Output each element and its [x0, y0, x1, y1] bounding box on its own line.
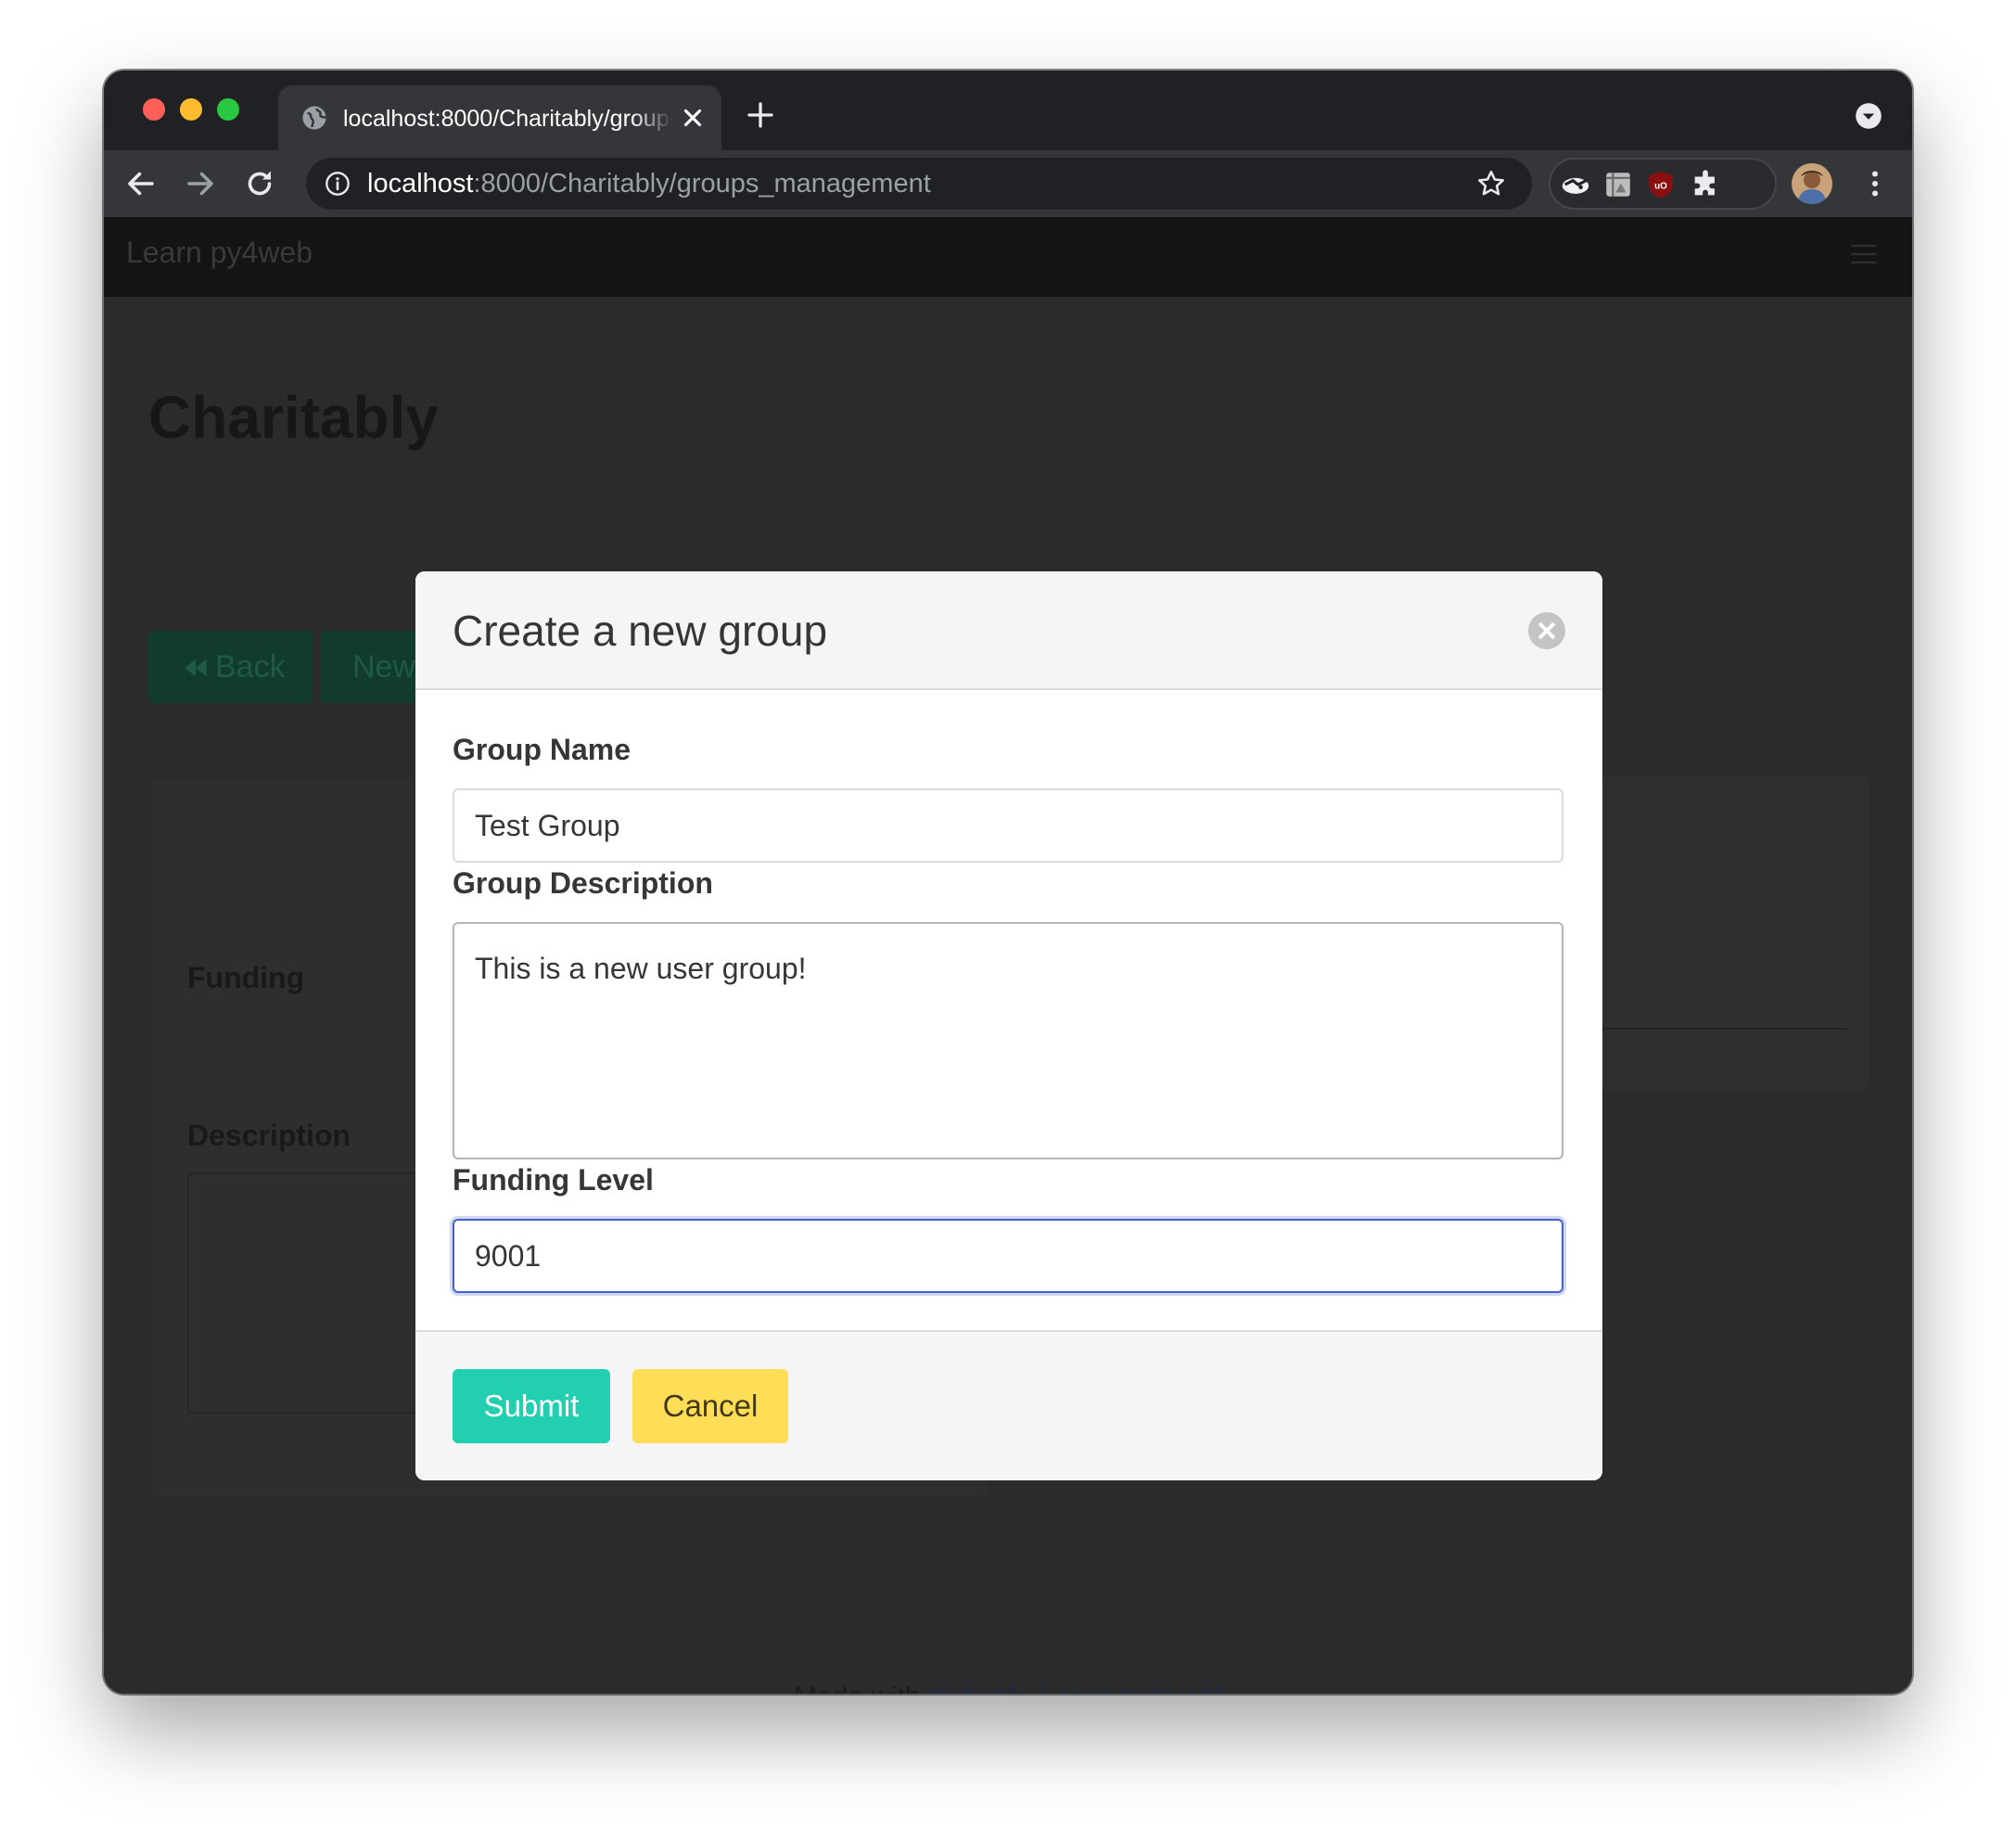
avatar-icon	[1792, 163, 1832, 204]
ublock-shield-icon[interactable]: uO	[1645, 169, 1677, 200]
tab-strip: localhost:8000/Charitably/groups_managem…	[104, 70, 1912, 150]
group-name-label: Group Name	[453, 733, 632, 766]
maximize-window-button[interactable]	[217, 98, 239, 121]
page-title: Charitably	[148, 384, 439, 451]
cancel-button[interactable]: Cancel	[632, 1369, 788, 1443]
tab-title: localhost:8000/Charitably/groups_managem…	[343, 106, 672, 132]
page-content: Learn py4web Charitably Back New Funding…	[104, 217, 1912, 1694]
url-text: localhost:8000/Charitably/groups_managem…	[367, 169, 931, 198]
funding-label: Funding	[187, 961, 305, 994]
group-name-input[interactable]	[453, 788, 1563, 863]
footer-separator: .	[1025, 1682, 1040, 1694]
footer-text: Made with	[794, 1682, 928, 1694]
page-footer: Made with py4web. Learn py4web!	[104, 1679, 1912, 1694]
chevron-down-icon[interactable]	[1855, 102, 1882, 130]
new-button-label: New	[352, 649, 416, 685]
funding-level-input[interactable]	[453, 1219, 1563, 1293]
close-icon[interactable]	[1528, 612, 1565, 649]
browser-tab[interactable]: localhost:8000/Charitably/groups_managem…	[278, 85, 721, 150]
description-label: Description	[187, 1119, 351, 1152]
new-button[interactable]: New	[321, 631, 423, 703]
globe-icon	[302, 106, 327, 130]
address-bar[interactable]: localhost:8000/Charitably/groups_managem…	[306, 158, 1532, 210]
puzzle-icon[interactable]	[1690, 169, 1721, 200]
modal-footer: Submit Cancel	[415, 1330, 1602, 1480]
profile-avatar[interactable]	[1792, 163, 1832, 204]
modal-header: Create a new group	[415, 571, 1602, 690]
back-button-label: Back	[215, 649, 286, 685]
browser-window: localhost:8000/Charitably/groups_managem…	[104, 70, 1912, 1694]
info-icon[interactable]	[325, 171, 351, 197]
rewind-icon	[185, 659, 207, 677]
close-window-button[interactable]	[143, 98, 165, 121]
image-extension-icon[interactable]	[1602, 169, 1634, 200]
forward-arrow-icon[interactable]	[184, 167, 217, 200]
plus-icon[interactable]	[746, 100, 775, 130]
submit-button[interactable]: Submit	[453, 1369, 610, 1443]
minimize-window-button[interactable]	[180, 98, 202, 121]
group-description-label: Group Description	[453, 866, 713, 900]
hamburger-icon[interactable]	[1847, 237, 1881, 271]
browser-toolbar: localhost:8000/Charitably/groups_managem…	[104, 150, 1912, 217]
funding-level-label: Funding Level	[453, 1163, 654, 1197]
svg-text:uO: uO	[1654, 181, 1667, 191]
group-description-textarea[interactable]: This is a new user group!	[453, 922, 1563, 1159]
modal-title: Create a new group	[453, 607, 828, 655]
star-icon[interactable]	[1476, 169, 1506, 198]
create-group-modal: Create a new group Group Name Group Desc…	[415, 571, 1602, 1480]
reload-icon[interactable]	[243, 167, 276, 200]
extensions-group: uO	[1549, 158, 1777, 210]
close-icon[interactable]	[679, 104, 707, 132]
back-button[interactable]: Back	[148, 631, 313, 703]
learn-py4web-link[interactable]: Learn py4web!	[1040, 1682, 1222, 1694]
py4web-link[interactable]: py4web	[928, 1682, 1024, 1694]
site-navbar: Learn py4web	[104, 217, 1912, 297]
brand-link[interactable]: Learn py4web	[126, 234, 313, 271]
back-arrow-icon[interactable]	[124, 167, 158, 200]
kebab-menu-icon[interactable]	[1858, 167, 1892, 200]
badger-extension-icon[interactable]	[1560, 169, 1591, 200]
